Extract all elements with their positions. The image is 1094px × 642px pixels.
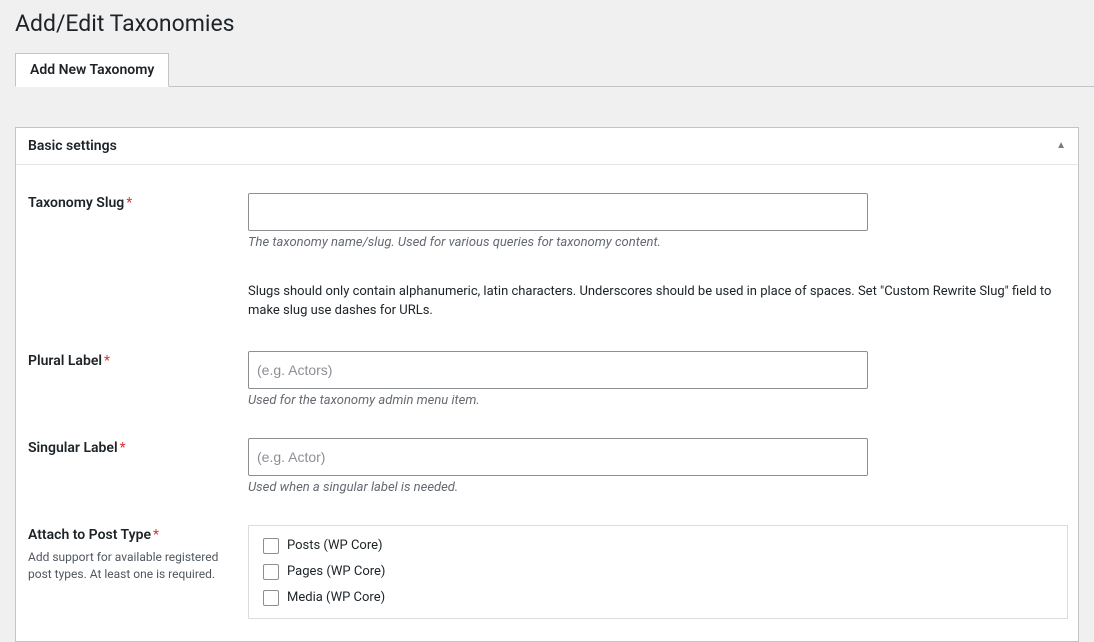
panel-title: Basic settings <box>28 138 117 154</box>
basic-settings-panel: Basic settings ▲ Taxonomy Slug* The taxo… <box>15 127 1079 642</box>
label-singular: Singular Label <box>28 440 118 456</box>
collapse-icon: ▲ <box>1056 140 1066 151</box>
label-plural: Plural Label <box>28 353 102 369</box>
checkbox-row-posts: Posts (WP Core) <box>263 538 1053 554</box>
required-marker: * <box>153 527 159 543</box>
checkbox-media[interactable] <box>263 590 279 606</box>
label-taxonomy-slug: Taxonomy Slug <box>28 195 124 211</box>
note-taxonomy-slug: Slugs should only contain alphanumeric, … <box>248 282 1066 321</box>
panel-header[interactable]: Basic settings ▲ <box>16 128 1078 165</box>
checkbox-posts[interactable] <box>263 538 279 554</box>
checkbox-pages[interactable] <box>263 564 279 580</box>
required-marker: * <box>120 440 126 456</box>
required-marker: * <box>104 353 110 369</box>
help-attach: Add support for available registered pos… <box>28 549 248 583</box>
row-plural-label: Plural Label* Used for the taxonomy admi… <box>28 333 1066 420</box>
label-attach: Attach to Post Type <box>28 527 151 543</box>
panel-body: Taxonomy Slug* The taxonomy name/slug. U… <box>16 165 1078 641</box>
desc-plural: Used for the taxonomy admin menu item. <box>248 393 1066 408</box>
checkbox-label-posts[interactable]: Posts (WP Core) <box>287 538 383 553</box>
attach-post-type-group: Posts (WP Core) Pages (WP Core) Media (W… <box>248 525 1068 619</box>
row-attach-post-type: Attach to Post Type* Add support for ava… <box>28 507 1066 631</box>
singular-label-input[interactable] <box>248 438 868 476</box>
row-singular-label: Singular Label* Used when a singular lab… <box>28 420 1066 507</box>
required-marker: * <box>126 195 132 211</box>
checkbox-row-media: Media (WP Core) <box>263 590 1053 606</box>
checkbox-label-pages[interactable]: Pages (WP Core) <box>287 564 385 579</box>
desc-taxonomy-slug: The taxonomy name/slug. Used for various… <box>248 235 1066 250</box>
page-title: Add/Edit Taxonomies <box>15 0 1094 43</box>
desc-singular: Used when a singular label is needed. <box>248 480 1066 495</box>
checkbox-row-pages: Pages (WP Core) <box>263 564 1053 580</box>
tab-add-new-taxonomy[interactable]: Add New Taxonomy <box>15 53 169 87</box>
plural-label-input[interactable] <box>248 351 868 389</box>
tab-wrapper: Add New Taxonomy <box>15 53 1094 87</box>
checkbox-label-media[interactable]: Media (WP Core) <box>287 590 385 605</box>
row-taxonomy-slug: Taxonomy Slug* The taxonomy name/slug. U… <box>28 175 1066 333</box>
taxonomy-slug-input[interactable] <box>248 193 868 231</box>
